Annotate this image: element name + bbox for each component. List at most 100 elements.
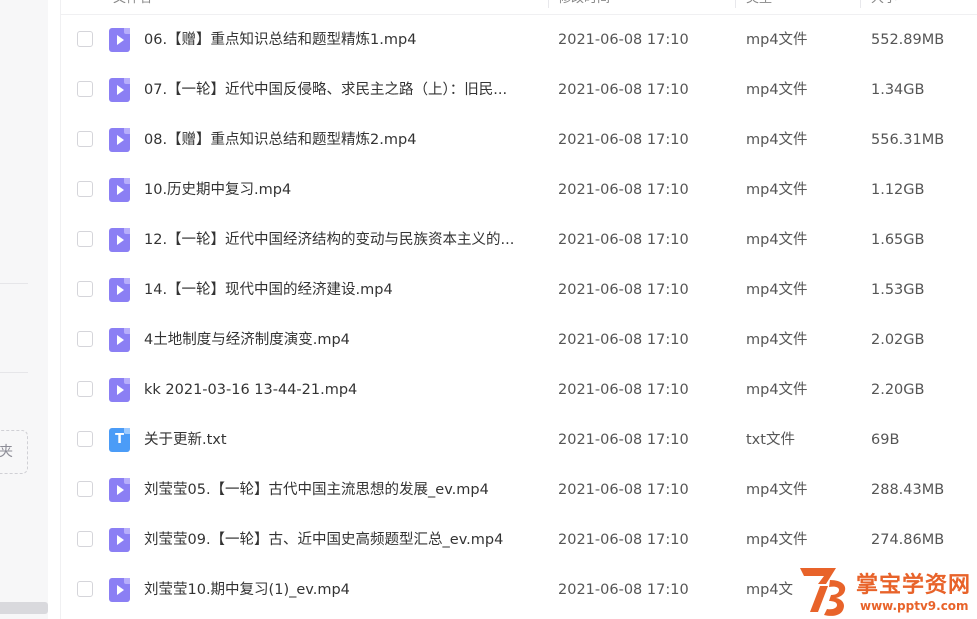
row-checkbox[interactable] <box>77 81 93 97</box>
column-header-modified[interactable]: 修改时间 <box>558 0 610 14</box>
row-checkbox[interactable] <box>77 531 93 547</box>
video-file-icon <box>109 178 130 202</box>
file-name[interactable]: kk 2021-03-16 13-44-21.mp4 <box>144 365 529 415</box>
row-checkbox[interactable] <box>77 181 93 197</box>
file-type: mp4文件 <box>746 482 808 498</box>
file-type: mp4文件 <box>746 132 808 148</box>
file-modified-time: 2021-06-08 17:10 <box>558 332 689 348</box>
video-file-icon <box>109 528 130 552</box>
file-size: 274.86MB <box>871 532 945 548</box>
file-modified-time: 2021-06-08 17:10 <box>558 432 689 448</box>
file-type: mp4文件 <box>746 532 808 548</box>
file-row[interactable]: T 关于更新.txt 2021-06-08 17:10 txt文件 69B <box>61 415 977 465</box>
column-separator[interactable] <box>735 0 736 8</box>
row-checkbox[interactable] <box>77 231 93 247</box>
file-type: mp4文件 <box>746 32 808 48</box>
column-header-size[interactable]: 大小 <box>871 0 897 14</box>
row-checkbox[interactable] <box>77 381 93 397</box>
row-checkbox[interactable] <box>77 31 93 47</box>
file-modified-time: 2021-06-08 17:10 <box>558 132 689 148</box>
video-file-icon <box>109 278 130 302</box>
file-type: mp4文件 <box>746 232 808 248</box>
watermark-title: 掌宝学资网 <box>856 573 972 598</box>
watermark-url: www.pptv9.com <box>860 599 969 613</box>
file-name[interactable]: 07.【一轮】近代中国反侵略、求民主之路（上）：旧民... <box>144 65 529 115</box>
file-name[interactable]: 08.【赠】重点知识总结和题型精炼2.mp4 <box>144 115 529 165</box>
file-type: mp4文 <box>746 582 794 598</box>
file-name[interactable]: 刘莹莹09.【一轮】古、近中国史高频题型汇总_ev.mp4 <box>144 515 529 565</box>
sidebar-scrollbar[interactable] <box>0 602 48 614</box>
column-separator[interactable] <box>548 0 549 8</box>
row-checkbox[interactable] <box>77 481 93 497</box>
file-modified-time: 2021-06-08 17:10 <box>558 82 689 98</box>
file-type: mp4文件 <box>746 282 808 298</box>
file-name[interactable]: 06.【赠】重点知识总结和题型精炼1.mp4 <box>144 15 529 65</box>
row-checkbox[interactable] <box>77 281 93 297</box>
file-name[interactable]: 刘莹莹10.期中复习(1)_ev.mp4 <box>144 565 529 615</box>
video-file-icon <box>109 128 130 152</box>
file-row[interactable]: 4土地制度与经济制度演变.mp4 2021-06-08 17:10 mp4文件 2.0… <box>61 315 977 365</box>
file-row[interactable]: 14.【一轮】现代中国的经济建设.mp4 2021-06-08 17:10 mp4文… <box>61 265 977 315</box>
sidebar-divider <box>0 372 28 373</box>
file-row[interactable]: 12.【一轮】近代中国经济结构的变动与民族资本主义的... 2021-06-08 … <box>61 215 977 265</box>
file-modified-time: 2021-06-08 17:10 <box>558 32 689 48</box>
file-size: 1.12GB <box>871 182 925 198</box>
sidebar-divider <box>0 283 28 284</box>
file-type: mp4文件 <box>746 332 808 348</box>
new-folder-button[interactable]: 夹 <box>0 430 28 474</box>
file-size: 556.31MB <box>871 132 945 148</box>
file-manager-window: 夹 文件名 修改时间 类型 大小 06.【赠】重点知识总结和题型精炼1.mp4 2… <box>0 0 977 619</box>
file-size: 2.20GB <box>871 382 925 398</box>
file-name[interactable]: 12.【一轮】近代中国经济结构的变动与民族资本主义的... <box>144 215 529 265</box>
file-modified-time: 2021-06-08 17:10 <box>558 282 689 298</box>
file-type: mp4文件 <box>746 82 808 98</box>
watermark-logo-mark <box>800 568 846 616</box>
file-size: 1.65GB <box>871 232 925 248</box>
video-file-icon <box>109 378 130 402</box>
video-file-icon <box>109 328 130 352</box>
file-list: 文件名 修改时间 类型 大小 06.【赠】重点知识总结和题型精炼1.mp4 202… <box>60 0 977 619</box>
column-separator[interactable] <box>860 0 861 8</box>
file-row[interactable]: 刘莹莹09.【一轮】古、近中国史高频题型汇总_ev.mp4 2021-06-08 … <box>61 515 977 565</box>
file-modified-time: 2021-06-08 17:10 <box>558 232 689 248</box>
video-file-icon <box>109 28 130 52</box>
video-file-icon <box>109 78 130 102</box>
file-row[interactable]: 刘莹莹05.【一轮】古代中国主流思想的发展_ev.mp4 2021-06-08 1… <box>61 465 977 515</box>
file-modified-time: 2021-06-08 17:10 <box>558 482 689 498</box>
file-size: 69B <box>871 432 900 448</box>
row-checkbox[interactable] <box>77 331 93 347</box>
column-header-name[interactable]: 文件名 <box>113 0 152 14</box>
file-type: txt文件 <box>746 432 795 448</box>
row-checkbox[interactable] <box>77 581 93 597</box>
file-modified-time: 2021-06-08 17:10 <box>558 382 689 398</box>
file-modified-time: 2021-06-08 17:10 <box>558 182 689 198</box>
file-type: mp4文件 <box>746 182 808 198</box>
file-size: 2.02GB <box>871 332 925 348</box>
file-name[interactable]: 刘莹莹05.【一轮】古代中国主流思想的发展_ev.mp4 <box>144 465 529 515</box>
file-name[interactable]: 4土地制度与经济制度演变.mp4 <box>144 315 529 365</box>
row-checkbox[interactable] <box>77 131 93 147</box>
sidebar: 夹 <box>0 0 48 619</box>
file-name[interactable]: 14.【一轮】现代中国的经济建设.mp4 <box>144 265 529 315</box>
file-row[interactable]: 07.【一轮】近代中国反侵略、求民主之路（上）：旧民... 2021-06-08 … <box>61 65 977 115</box>
file-row[interactable]: 06.【赠】重点知识总结和题型精炼1.mp4 2021-06-08 17:10 mp… <box>61 15 977 65</box>
file-list-header: 文件名 修改时间 类型 大小 <box>61 0 977 15</box>
video-file-icon <box>109 478 130 502</box>
file-row[interactable]: kk 2021-03-16 13-44-21.mp4 2021-06-08 17:… <box>61 365 977 415</box>
column-header-type[interactable]: 类型 <box>746 0 772 14</box>
row-checkbox[interactable] <box>77 431 93 447</box>
file-type: mp4文件 <box>746 382 808 398</box>
file-name[interactable]: 10.历史期中复习.mp4 <box>144 165 529 215</box>
file-modified-time: 2021-06-08 17:10 <box>558 582 689 598</box>
file-size: 552.89MB <box>871 32 945 48</box>
file-row[interactable]: 08.【赠】重点知识总结和题型精炼2.mp4 2021-06-08 17:10 mp… <box>61 115 977 165</box>
new-folder-label: 夹 <box>0 444 13 460</box>
watermark-logo: 掌宝学资网 www.pptv9.com <box>796 562 977 619</box>
video-file-icon <box>109 578 130 602</box>
video-file-icon <box>109 228 130 252</box>
file-row[interactable]: 10.历史期中复习.mp4 2021-06-08 17:10 mp4文件 1.12GB <box>61 165 977 215</box>
file-size: 1.53GB <box>871 282 925 298</box>
text-file-icon: T <box>109 428 130 452</box>
file-name[interactable]: 关于更新.txt <box>144 415 529 465</box>
file-modified-time: 2021-06-08 17:10 <box>558 532 689 548</box>
